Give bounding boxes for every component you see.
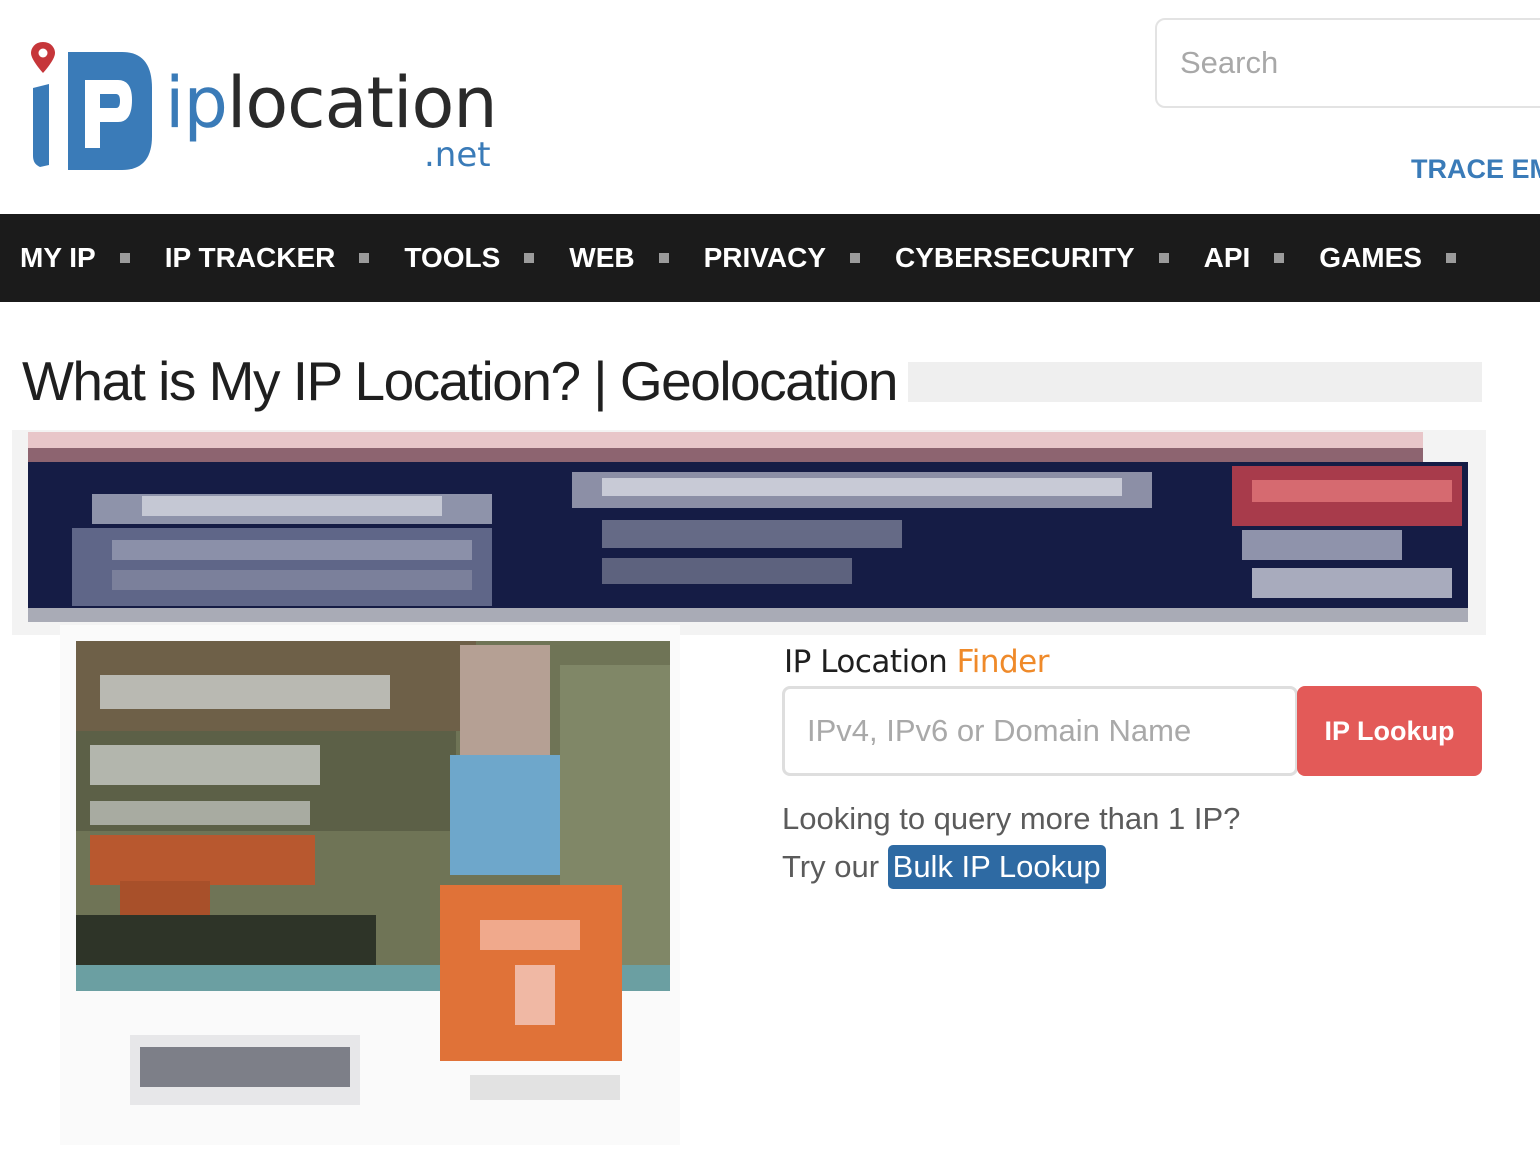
ip-lookup-button[interactable]: IP Lookup (1297, 686, 1482, 776)
nav-item-privacy[interactable]: PRIVACY (704, 242, 826, 274)
banner-ad-image (12, 430, 1486, 635)
logo-ip-mark-icon (31, 42, 152, 170)
logo-location-text: location (226, 62, 498, 144)
nav-item-games[interactable]: GAMES (1319, 242, 1422, 274)
ip-input-box (782, 686, 1298, 776)
search-input[interactable] (1157, 20, 1540, 106)
nav-separator (1445, 253, 1456, 263)
nav-separator (119, 253, 130, 263)
bulk-lookup-text: Looking to query more than 1 IP? Try our… (782, 795, 1240, 891)
nav-separator (1158, 253, 1169, 263)
nav-item-tools[interactable]: TOOLS (404, 242, 500, 274)
title-ad-placeholder (908, 362, 1482, 402)
logo-ip-text: ip (165, 62, 228, 144)
site-logo[interactable]: iplocation .net (30, 40, 500, 180)
nav-item-cybersecurity[interactable]: CYBERSECURITY (895, 242, 1135, 274)
side-ad[interactable] (60, 625, 680, 1145)
bulk-lookup-line1: Looking to query more than 1 IP? (782, 801, 1241, 836)
nav-item-ip-tracker[interactable]: IP TRACKER (165, 242, 336, 274)
bulk-lookup-prefix: Try our (782, 849, 888, 884)
nav-separator (658, 253, 669, 263)
nav-separator (850, 253, 861, 263)
banner-ad[interactable] (12, 430, 1486, 635)
site-header: iplocation .net TRACE EMAIL (0, 0, 1540, 214)
logo-tld-text: .net (424, 135, 491, 175)
page-title: What is My IP Location? | Geolocation (22, 350, 898, 412)
finder-title-accent: Finder (956, 644, 1050, 680)
bulk-ip-lookup-link[interactable]: Bulk IP Lookup (887, 845, 1106, 889)
nav-separator (524, 253, 535, 263)
finder-title: IP Location Finder (784, 644, 1050, 680)
nav-item-my-ip[interactable]: MY IP (20, 242, 96, 274)
search-box (1155, 18, 1540, 108)
map-pin-icon (31, 42, 55, 73)
nav-separator (1274, 253, 1285, 263)
nav-item-api[interactable]: API (1204, 242, 1251, 274)
nav-separator (359, 253, 370, 263)
trace-email-link[interactable]: TRACE EMAIL (1411, 154, 1540, 185)
nav-item-web[interactable]: WEB (569, 242, 634, 274)
finder-title-main: IP Location (784, 644, 957, 680)
main-nav: MY IP IP TRACKER TOOLS WEB PRIVACY CYBER… (0, 214, 1540, 302)
logo-wordmark: iplocation (165, 68, 498, 138)
ip-lookup-input[interactable] (785, 689, 1295, 773)
side-ad-image (60, 625, 680, 1145)
bulk-lookup-line2: Try our Bulk IP Lookup (782, 843, 1240, 891)
